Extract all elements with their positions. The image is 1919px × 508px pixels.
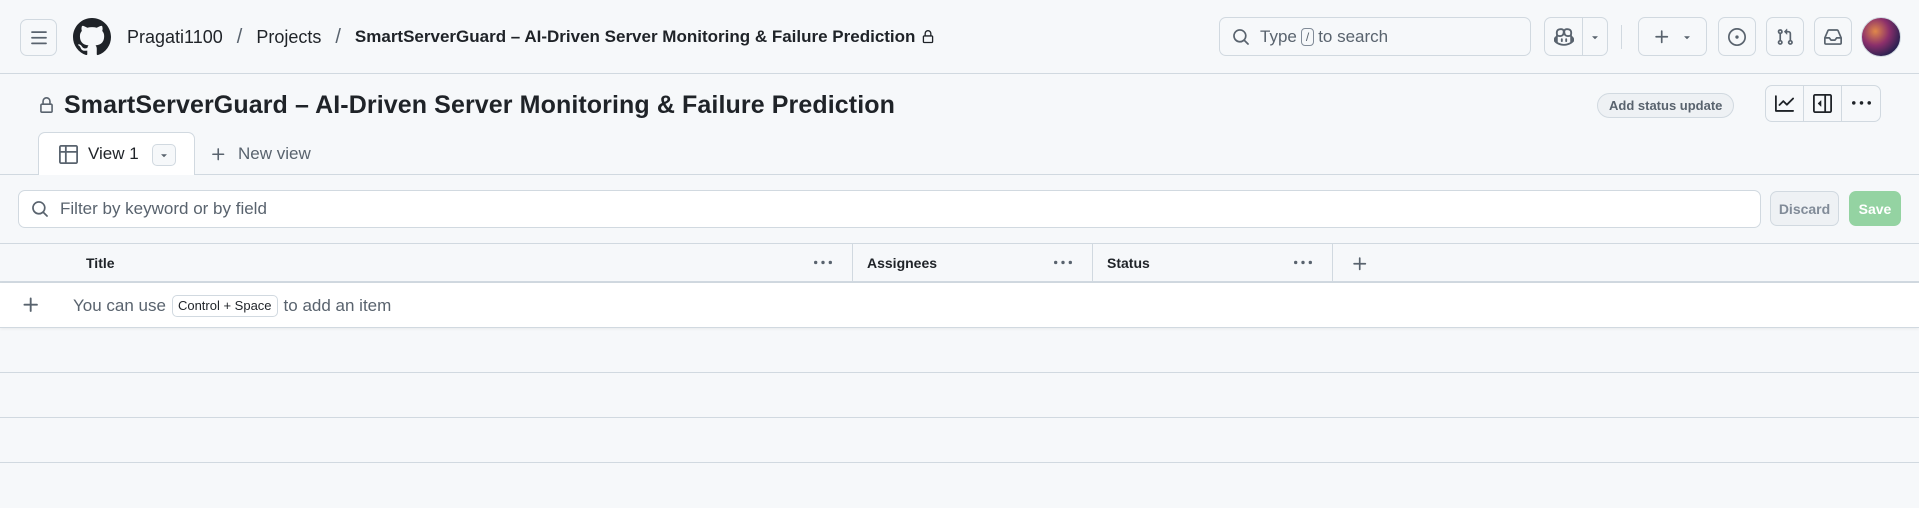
new-view-button[interactable]: New view [210,142,311,166]
discard-button[interactable]: Discard [1770,191,1839,226]
kebab-icon [1054,260,1072,265]
breadcrumb: Pragati1100 / Projects / SmartServerGuar… [127,24,935,50]
table-header: Title Assignees Status [0,243,1919,283]
empty-table-row [0,328,1919,373]
page-title[interactable]: SmartServerGuard – AI-Driven Server Moni… [64,91,895,120]
breadcrumb-projects-link[interactable]: Projects [256,27,321,48]
keyboard-shortcut: Control + Space [171,295,278,317]
add-item-row[interactable]: You can use Control + Space to add an it… [0,283,1919,328]
search-placeholder-prefix: Type [1260,26,1297,46]
inbox-icon [1824,28,1842,45]
add-item-button[interactable] [21,295,41,315]
lock-icon [921,30,935,44]
copilot-icon [1553,27,1574,46]
chevron-down-icon [161,154,167,158]
add-field-button[interactable] [1348,252,1372,276]
new-view-label: New view [238,144,311,163]
open-global-navigation-button[interactable] [20,19,57,56]
filter-input[interactable]: Filter by keyword or by field [18,190,1761,228]
github-home-link[interactable] [73,18,111,56]
pull-request-icon [1777,28,1793,45]
hint-prefix: You can use [73,296,166,315]
column-header-assignees[interactable]: Assignees [853,244,1093,282]
hint-suffix: to add an item [283,296,392,315]
github-logo-icon [73,18,111,56]
column-options-button[interactable] [808,251,838,275]
filter-bar: Filter by keyword or by field Discard Sa… [0,175,1919,243]
chevron-down-icon [1592,35,1598,39]
empty-table-row [0,418,1919,463]
save-button[interactable]: Save [1849,191,1901,226]
insights-icon [1775,95,1794,112]
column-header-label: Assignees [867,255,938,271]
tab-label: View 1 [88,144,139,163]
empty-table-row [0,373,1919,418]
breadcrumb-owner-link[interactable]: Pragati1100 [127,27,223,48]
plus-icon [212,147,225,160]
column-header-status[interactable]: Status [1093,244,1333,282]
table-icon [59,144,78,164]
breadcrumb-separator: / [236,25,243,48]
header-divider [1621,25,1622,49]
column-header-label: Title [86,255,115,271]
column-header-title[interactable]: Title [72,244,853,282]
more-options-button[interactable] [1841,85,1881,122]
add-item-hint: You can use Control + Space to add an it… [73,295,391,317]
plus-icon [1353,257,1367,271]
project-title-row: SmartServerGuard – AI-Driven Server Moni… [38,91,895,120]
plus-icon [1654,29,1668,43]
issues-icon [1728,27,1746,46]
column-options-button[interactable] [1288,251,1318,275]
hamburger-icon [30,30,47,44]
search-placeholder-suffix: to search [1318,26,1389,46]
kebab-icon [814,260,832,265]
kebab-icon [1294,260,1312,265]
breadcrumb-separator: / [335,25,341,48]
project-toolbar [1765,85,1881,122]
global-search-input[interactable]: Type / to search [1219,17,1531,56]
create-new-button[interactable] [1638,17,1707,56]
copilot-split-button [1544,17,1608,56]
your-pull-requests-button[interactable] [1766,17,1804,56]
copilot-menu-button[interactable] [1583,18,1607,55]
search-shortcut-key: / [1300,27,1315,46]
lock-icon [38,97,55,114]
side-panel-icon [1813,94,1832,113]
global-header: Pragati1100 / Projects / SmartServerGuar… [0,0,1919,74]
tab-view-1[interactable]: View 1 [38,132,195,175]
breadcrumb-project-link[interactable]: SmartServerGuard – AI-Driven Server Moni… [355,27,916,47]
inbox-button[interactable] [1814,17,1852,56]
copilot-button[interactable] [1545,18,1582,55]
insights-button[interactable] [1765,85,1804,122]
your-issues-button[interactable] [1718,17,1756,56]
column-options-button[interactable] [1048,251,1078,275]
project-table: Title Assignees Status You can use Contr… [0,243,1919,463]
add-status-update-button[interactable]: Add status update [1597,93,1735,118]
side-panel-button[interactable] [1803,85,1842,122]
column-header-label: Status [1107,255,1150,271]
kebab-icon [1851,101,1871,105]
search-icon [1232,28,1250,46]
view-options-menu-button[interactable] [152,144,176,166]
plus-icon [23,297,38,312]
search-icon [31,200,49,218]
filter-placeholder: Filter by keyword or by field [60,199,267,218]
user-avatar[interactable] [1861,17,1901,57]
chevron-down-icon [1683,35,1690,39]
